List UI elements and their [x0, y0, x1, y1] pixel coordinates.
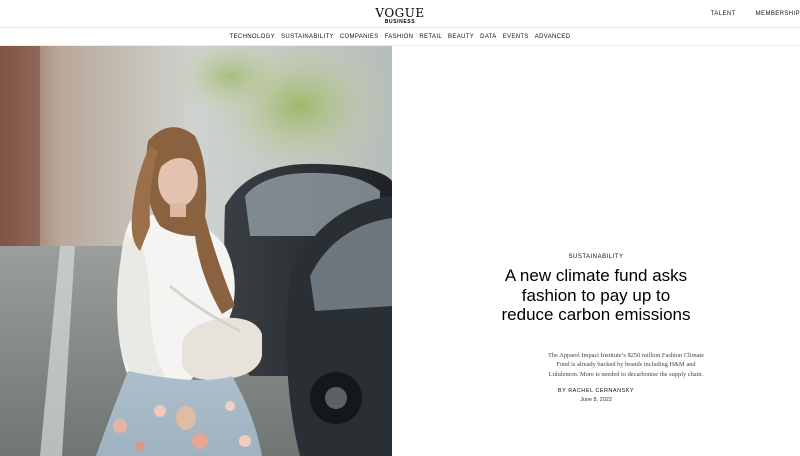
article-teaser: SUSTAINABILITY A new climate fund asks f… [392, 46, 800, 456]
nav-beauty[interactable]: BEAUTY [448, 34, 474, 40]
talent-link[interactable]: TALENT [711, 11, 736, 17]
logo-wordmark: VOGUE [375, 6, 425, 20]
hero-image[interactable] [0, 46, 392, 456]
nav-sustainability[interactable]: SUSTAINABILITY [281, 34, 334, 40]
vogue-business-logo[interactable]: VOGUE BUSINESS [375, 7, 424, 25]
site-header: VOGUE BUSINESS TALENT MEMBERSHIP [0, 0, 800, 28]
nav-companies[interactable]: COMPANIES [340, 34, 379, 40]
article-category[interactable]: SUSTAINABILITY [392, 254, 800, 260]
membership-link[interactable]: MEMBERSHIP [756, 11, 800, 17]
top-links: TALENT MEMBERSHIP [691, 11, 800, 17]
article-date: June 8, 2022 [580, 397, 612, 403]
section-nav: TECHNOLOGY SUSTAINABILITY COMPANIES FASH… [0, 28, 800, 46]
article-byline[interactable]: BY RACHEL CERNANSKY [392, 388, 800, 394]
nav-technology[interactable]: TECHNOLOGY [230, 34, 276, 40]
nav-advanced[interactable]: ADVANCED [535, 34, 571, 40]
article-dek: The Apparel Impact Institute’s $250 mill… [547, 352, 704, 378]
street-photo [0, 46, 392, 456]
nav-retail[interactable]: RETAIL [419, 34, 442, 40]
article-headline[interactable]: A new climate fund asks fashion to pay u… [496, 266, 696, 325]
nav-data[interactable]: DATA [480, 34, 497, 40]
nav-events[interactable]: EVENTS [503, 34, 529, 40]
nav-fashion[interactable]: FASHION [385, 34, 414, 40]
logo-subtitle: BUSINESS [384, 19, 416, 25]
